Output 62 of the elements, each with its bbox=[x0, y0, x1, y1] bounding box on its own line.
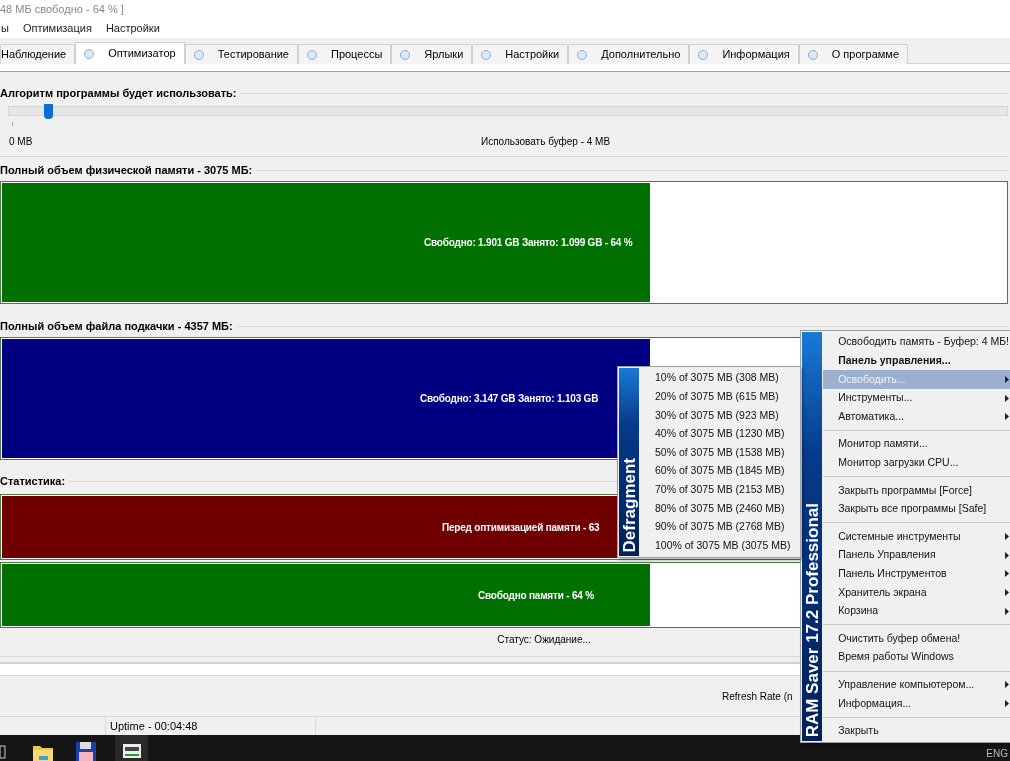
uptime-text: Uptime - 00:04:48 bbox=[110, 718, 198, 734]
menu-item[interactable]: 90% of 3075 MB (2768 MB) bbox=[640, 517, 800, 537]
menu-item[interactable]: Инструменты... bbox=[823, 388, 1010, 408]
tab[interactable]: Тестирование bbox=[184, 44, 298, 64]
menu-item[interactable]: Панель Управления bbox=[823, 545, 1010, 565]
tab[interactable]: Дополнительно bbox=[568, 44, 690, 64]
bar-text: Перед оптимизацией памяти - 63 bbox=[442, 520, 600, 535]
taskbar-app-button[interactable] bbox=[115, 735, 148, 761]
menu-item[interactable]: Автоматика... bbox=[823, 407, 1010, 426]
menu-item[interactable]: 10% of 3075 MB (308 MB) bbox=[640, 369, 800, 388]
menu-item[interactable]: Время работы Windows bbox=[823, 647, 1010, 667]
menu-item[interactable]: 60% of 3075 MB (1845 MB) bbox=[640, 461, 800, 481]
banner-title: Defragment bbox=[620, 457, 638, 552]
tab[interactable]: Ярлыки bbox=[391, 44, 473, 64]
menu-item[interactable]: 20% of 3075 MB (615 MB) bbox=[640, 387, 800, 407]
bar-text: Свободно: 3.147 GB Занято: 1.103 GB bbox=[420, 392, 599, 406]
menu-item[interactable]: 30% of 3075 MB (923 MB) bbox=[640, 406, 800, 425]
window-title: 48 МБ свободно - 64 % ] bbox=[0, 1, 124, 17]
banner-title: RAM Saver 17.2 Professional bbox=[803, 502, 821, 737]
menu-item[interactable]: Управление компьютером... bbox=[823, 675, 1010, 695]
menu-item[interactable]: Закрыть программы [Force] bbox=[823, 481, 1010, 500]
slider-value-label: Использовать буфер - 4 MB bbox=[481, 134, 611, 149]
menu-item[interactable]: 40% of 3075 MB (1230 MB) bbox=[640, 424, 800, 444]
menu-bar-item[interactable]: ы bbox=[0, 19, 10, 37]
bar-text: Свободно памяти - 64 % bbox=[478, 588, 594, 603]
folder-icon[interactable] bbox=[33, 743, 53, 761]
memory-module-icon bbox=[122, 744, 141, 758]
task-view-icon[interactable] bbox=[0, 745, 6, 759]
menu-bar-item[interactable]: Настройки bbox=[104, 19, 161, 37]
menu-item[interactable]: Очистить буфер обмена! bbox=[823, 629, 1010, 648]
menu-item[interactable]: 80% of 3075 MB (2460 MB) bbox=[640, 499, 800, 518]
slider-min-label: 0 MB bbox=[8, 134, 33, 149]
menu-item[interactable]: Освободить память - Буфер: 4 МБ! bbox=[823, 333, 1010, 352]
menu-item[interactable]: Закрыть bbox=[823, 721, 1010, 741]
tab[interactable]: Информация bbox=[689, 44, 799, 64]
tab[interactable]: Наблюдение bbox=[0, 44, 76, 64]
language-indicator[interactable]: ENG bbox=[986, 746, 1008, 761]
tab[interactable]: Процессы bbox=[297, 44, 392, 64]
menu-item[interactable]: Закрыть все программы [Safe] bbox=[823, 499, 1010, 519]
menu-item[interactable]: Информация... bbox=[823, 694, 1010, 713]
refresh-rate-label: Refresh Rate (n bbox=[722, 689, 793, 704]
group-label: Полный объем физической памяти - 3075 МБ: bbox=[0, 162, 254, 178]
menu-bar-item[interactable]: Оптимизация bbox=[21, 19, 93, 37]
menu-item[interactable]: Панель управления... bbox=[823, 351, 1010, 371]
menu-item[interactable]: Корзина bbox=[823, 601, 1010, 621]
menu-item[interactable]: Панель Инструментов bbox=[823, 564, 1010, 584]
menu-item[interactable]: 100% of 3075 MB (3075 MB) bbox=[640, 536, 800, 555]
tab[interactable]: Настройки bbox=[472, 44, 569, 64]
status-text: Статус: Ожидание... bbox=[497, 632, 591, 647]
menu-item[interactable]: Монитор памяти... bbox=[823, 434, 1010, 454]
menu-item[interactable]: Системные инструменты bbox=[823, 527, 1010, 546]
tab[interactable]: Оптимизатор bbox=[75, 42, 185, 64]
menu-item[interactable]: Хранитель экрана bbox=[823, 583, 1010, 602]
tab[interactable]: О программе bbox=[798, 44, 909, 64]
bar-text: Свободно: 1.901 GB Занято: 1.099 GB - 64 % bbox=[424, 236, 633, 250]
group-label: Алгоритм программы будет использовать: bbox=[0, 85, 238, 101]
menu-item[interactable]: 70% of 3075 MB (2153 MB) bbox=[640, 480, 800, 500]
menu-item[interactable]: Монитор загрузки CPU... bbox=[823, 453, 1010, 473]
group-label: Статистика: bbox=[0, 473, 67, 489]
slider-thumb[interactable] bbox=[43, 104, 53, 119]
group-label: Полный объем файла подкачки - 4357 МБ: bbox=[0, 318, 234, 334]
menu-item[interactable]: 50% of 3075 MB (1538 MB) bbox=[640, 443, 800, 462]
